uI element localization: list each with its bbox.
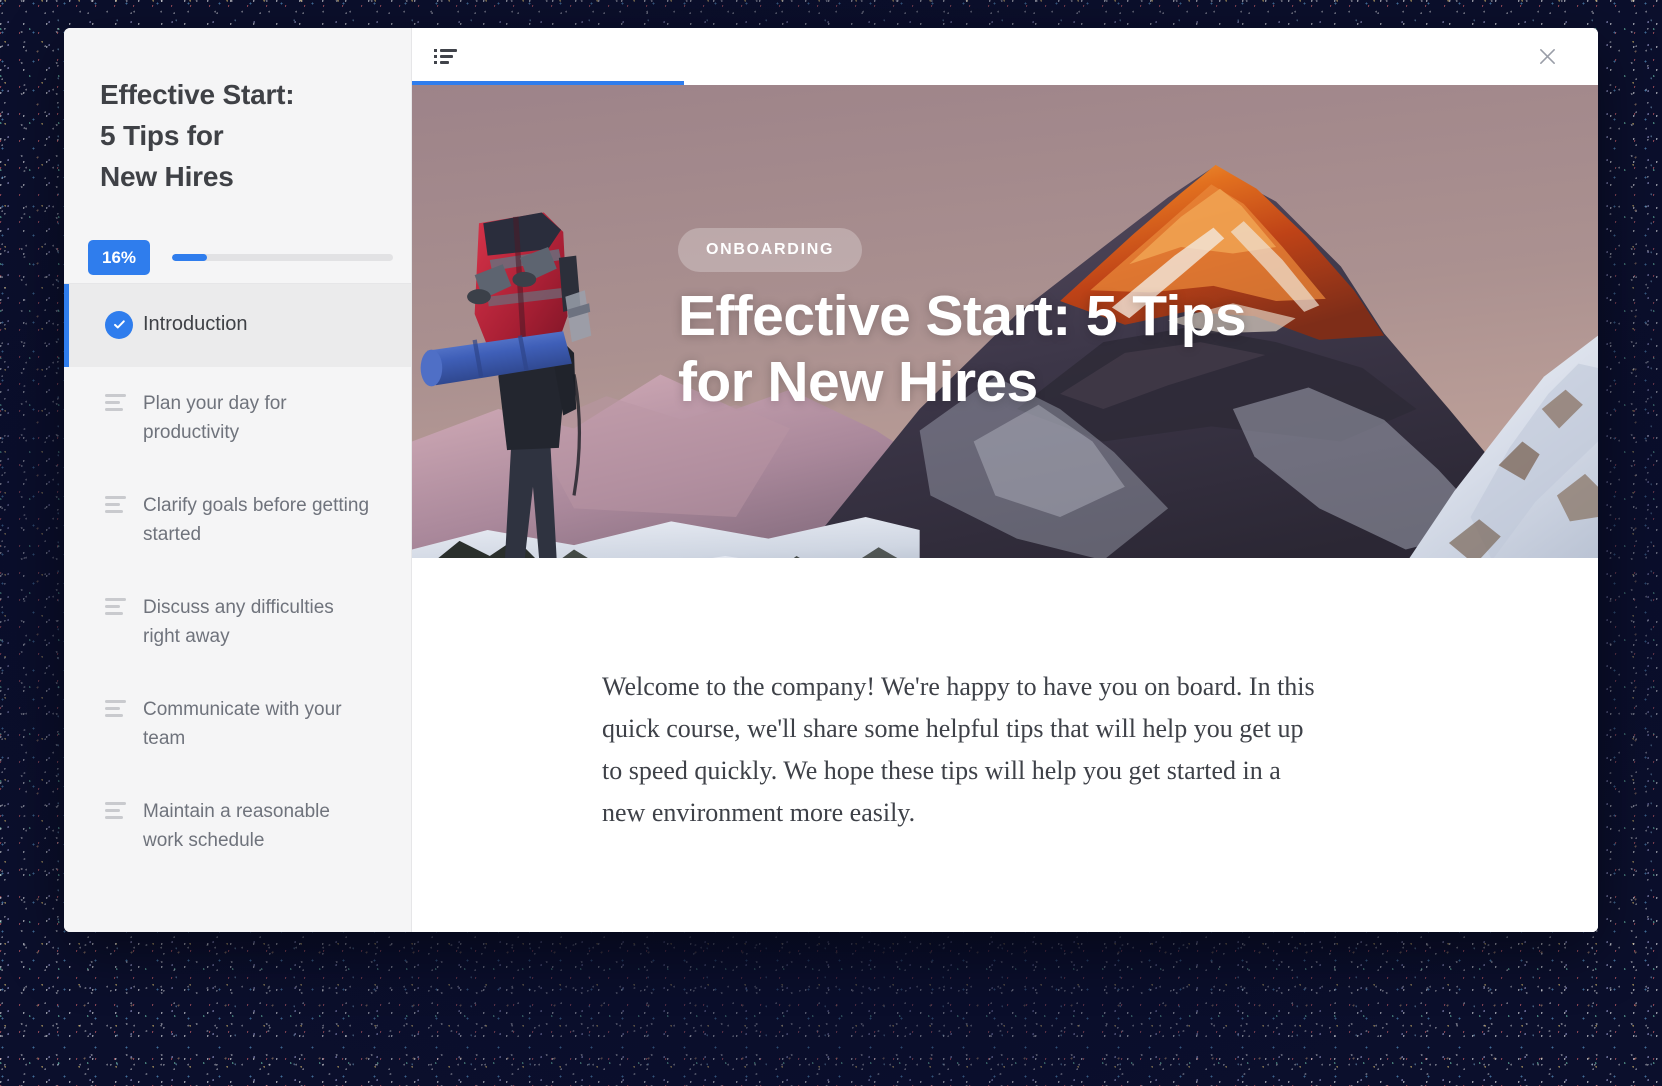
hero-banner: ONBOARDING Effective Start: 5 Tips for N…	[412, 85, 1598, 558]
sidebar-item-work-schedule[interactable]: Maintain a reasonable work schedule	[64, 775, 411, 877]
lesson-paragraph: Welcome to the company! We're happy to h…	[602, 672, 1315, 827]
progress-bar-track	[172, 253, 393, 261]
list-lines-icon	[105, 593, 139, 615]
hero-text-overlay: ONBOARDING Effective Start: 5 Tips for N…	[412, 85, 1598, 558]
sidebar-item-label: Clarify goals before getting started	[143, 495, 370, 545]
sidebar-item-label: Communicate with your team	[143, 699, 342, 749]
hero-title: Effective Start: 5 Tips for New Hires	[678, 284, 1247, 414]
course-title-line-3: New Hires	[100, 161, 234, 192]
close-button[interactable]	[1520, 30, 1574, 84]
course-player-card: Effective Start: 5 Tips for New Hires 16…	[64, 28, 1598, 932]
check-circle-icon	[105, 310, 139, 339]
topbar	[412, 28, 1598, 85]
sidebar-item-label: Discuss any difficulties right away	[143, 597, 334, 647]
list-lines-icon	[105, 491, 139, 513]
sidebar-item-clarify-goals[interactable]: Clarify goals before getting started	[64, 469, 411, 571]
sidebar-item-communicate-with-team[interactable]: Communicate with your team	[64, 673, 411, 775]
list-lines-icon	[105, 389, 139, 411]
course-title-line-1: Effective Start:	[100, 79, 295, 110]
course-title-line-2: 5 Tips for	[100, 120, 224, 151]
sidebar-item-label: Introduction	[143, 313, 248, 335]
lesson-content: Welcome to the company! We're happy to h…	[412, 558, 1598, 932]
tab-content-outline[interactable]	[412, 28, 684, 85]
progress-bar-fill	[172, 253, 208, 261]
bulleted-list-icon	[434, 49, 458, 64]
main-panel: ONBOARDING Effective Start: 5 Tips for N…	[412, 28, 1598, 932]
lesson-list: Introduction Plan your day for productiv…	[64, 283, 411, 877]
list-lines-icon	[105, 695, 139, 717]
hero-category-badge: ONBOARDING	[678, 228, 863, 272]
sidebar-item-introduction[interactable]: Introduction	[64, 284, 411, 367]
list-lines-icon	[105, 797, 139, 819]
sidebar-item-label: Maintain a reasonable work schedule	[143, 801, 330, 851]
sidebar-item-discuss-difficulties[interactable]: Discuss any difficulties right away	[64, 571, 411, 673]
progress-percent-badge: 16%	[88, 239, 151, 275]
sidebar-item-plan-your-day[interactable]: Plan your day for productivity	[64, 367, 411, 469]
tab-strip	[412, 28, 684, 85]
sidebar-item-label: Plan your day for productivity	[143, 393, 287, 443]
sidebar: Effective Start: 5 Tips for New Hires 16…	[64, 28, 412, 932]
course-title: Effective Start: 5 Tips for New Hires	[64, 28, 411, 197]
progress-section: 16%	[64, 197, 411, 283]
close-icon	[1539, 49, 1555, 64]
